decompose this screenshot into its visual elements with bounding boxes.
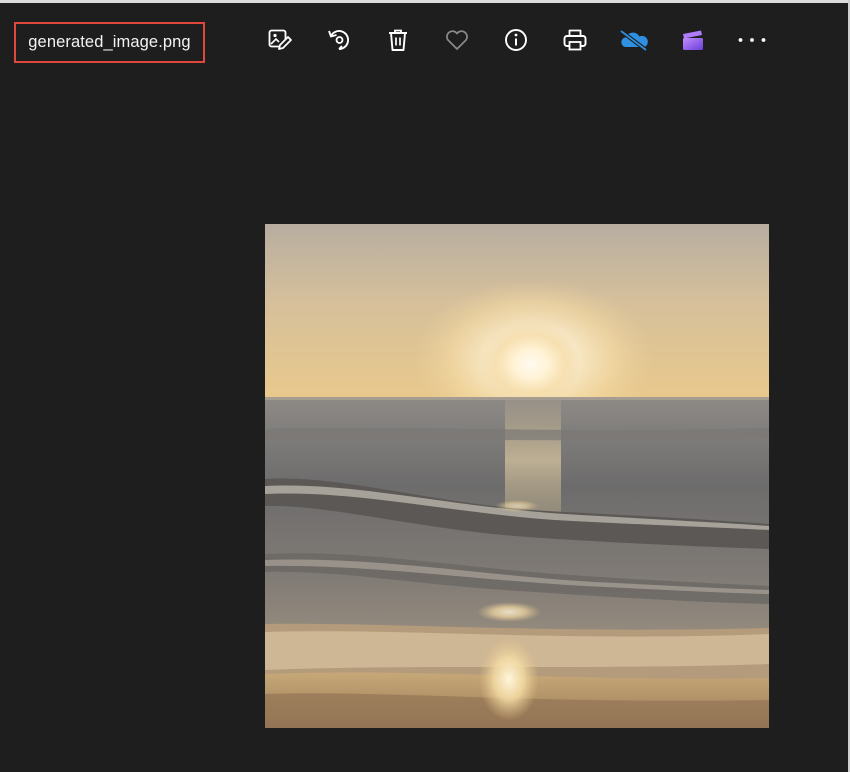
displayed-photo — [265, 224, 769, 728]
clipchamp-button[interactable] — [663, 22, 722, 58]
printer-icon — [563, 29, 586, 51]
file-name-text: generated_image.png — [28, 33, 191, 51]
file-name-label: generated_image.png — [14, 22, 205, 63]
delete-button[interactable] — [368, 22, 427, 58]
onedrive-off-icon — [619, 29, 648, 52]
trash-icon — [388, 29, 407, 51]
file-info-button[interactable] — [486, 22, 545, 58]
print-button[interactable] — [545, 22, 604, 58]
heart-icon — [445, 30, 468, 50]
toolbar — [250, 22, 781, 58]
more-options-button[interactable] — [722, 22, 781, 58]
onedrive-button[interactable] — [604, 22, 663, 58]
info-icon — [504, 29, 527, 51]
edit-image-icon — [268, 29, 292, 50]
clipchamp-icon — [682, 30, 703, 50]
rotate-button[interactable] — [309, 22, 368, 58]
window-top-edge — [0, 0, 850, 3]
ellipsis-icon — [738, 38, 765, 42]
rotate-icon — [327, 30, 349, 50]
favorite-button[interactable] — [427, 22, 486, 58]
edit-image-button[interactable] — [250, 22, 309, 58]
